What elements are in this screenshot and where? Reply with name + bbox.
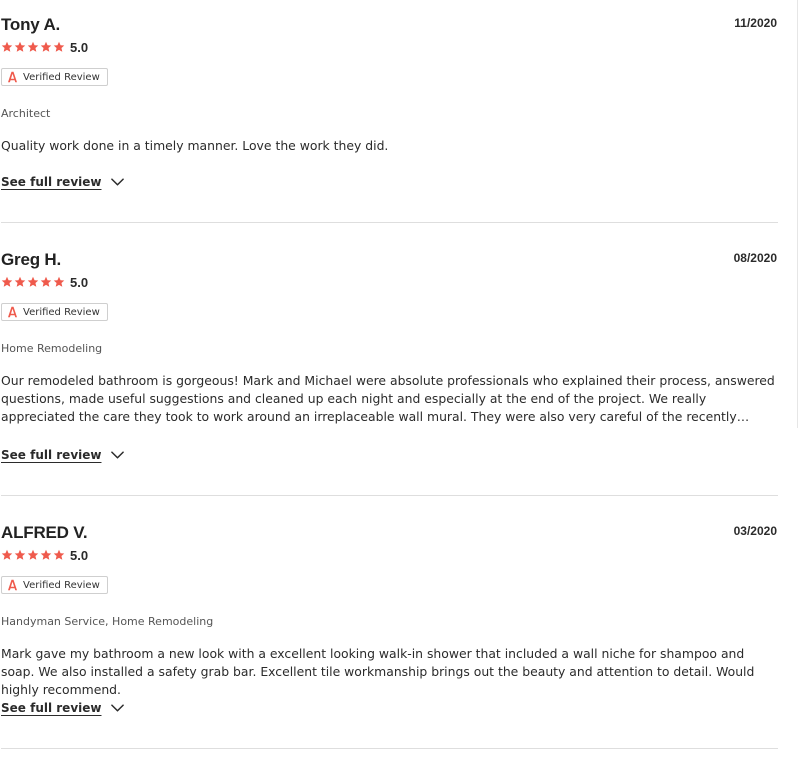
star-icon bbox=[1, 276, 13, 288]
review-date: 08/2020 bbox=[733, 251, 777, 265]
see-full-review-link[interactable]: See full review bbox=[1, 701, 124, 715]
verified-review-label: Verified Review bbox=[23, 579, 100, 591]
divider bbox=[1, 495, 778, 496]
verified-review-label: Verified Review bbox=[23, 306, 100, 318]
rating-value: 5.0 bbox=[70, 274, 89, 290]
verified-review-badge: Verified Review bbox=[1, 68, 108, 86]
star-icon bbox=[53, 276, 65, 288]
star-rating bbox=[1, 41, 65, 53]
star-icon bbox=[1, 549, 13, 561]
star-icon bbox=[53, 549, 65, 561]
rating-row: 5.0 bbox=[1, 547, 89, 563]
star-icon bbox=[14, 276, 26, 288]
verified-review-label: Verified Review bbox=[23, 71, 100, 83]
angi-logo-icon bbox=[7, 71, 18, 83]
divider bbox=[1, 748, 778, 749]
reviewer-name: Tony A. bbox=[1, 15, 61, 34]
review-card: Tony A. 11/2020 5.0 Verified Review Arch… bbox=[0, 15, 778, 225]
star-icon bbox=[40, 276, 52, 288]
rating-row: 5.0 bbox=[1, 274, 89, 290]
review-text: Mark gave my bathroom a new look with a … bbox=[1, 646, 755, 697]
star-icon bbox=[53, 41, 65, 53]
service-category: Handyman Service, Home Remodeling bbox=[1, 615, 214, 628]
see-full-review-label: See full review bbox=[1, 175, 102, 189]
service-category: Architect bbox=[1, 107, 51, 120]
star-icon bbox=[1, 41, 13, 53]
star-icon bbox=[14, 549, 26, 561]
star-icon bbox=[27, 276, 39, 288]
see-full-review-link[interactable]: See full review bbox=[1, 175, 124, 189]
review-text: Quality work done in a timely manner. Lo… bbox=[1, 138, 389, 153]
rating-value: 5.0 bbox=[70, 547, 89, 563]
review-card: Greg H. 08/2020 5.0 Verified Review Home… bbox=[0, 250, 778, 495]
angi-logo-icon bbox=[7, 306, 18, 318]
review-date: 11/2020 bbox=[734, 16, 777, 30]
star-icon bbox=[40, 41, 52, 53]
rating-value: 5.0 bbox=[70, 39, 89, 55]
star-icon bbox=[27, 549, 39, 561]
star-rating bbox=[1, 276, 65, 288]
scrollbar-edge bbox=[797, 0, 798, 428]
see-full-review-label: See full review bbox=[1, 701, 102, 715]
star-rating bbox=[1, 549, 65, 561]
star-icon bbox=[40, 549, 52, 561]
reviewer-name: Greg H. bbox=[1, 250, 62, 269]
review-text: Our remodeled bathroom is gorgeous! Mark… bbox=[1, 373, 775, 424]
divider bbox=[1, 222, 778, 223]
chevron-down-icon bbox=[111, 704, 124, 712]
verified-review-badge: Verified Review bbox=[1, 303, 108, 321]
review-date: 03/2020 bbox=[733, 524, 777, 538]
angi-logo-icon bbox=[7, 579, 18, 591]
star-icon bbox=[14, 41, 26, 53]
verified-review-badge: Verified Review bbox=[1, 576, 108, 594]
chevron-down-icon bbox=[111, 178, 124, 186]
review-card: ALFRED V. 03/2020 5.0 Verified Review Ha… bbox=[0, 523, 778, 748]
see-full-review-link[interactable]: See full review bbox=[1, 448, 124, 462]
see-full-review-label: See full review bbox=[1, 448, 102, 462]
star-icon bbox=[27, 41, 39, 53]
chevron-down-icon bbox=[111, 451, 124, 459]
rating-row: 5.0 bbox=[1, 39, 89, 55]
reviewer-name: ALFRED V. bbox=[1, 523, 88, 542]
service-category: Home Remodeling bbox=[1, 342, 103, 355]
